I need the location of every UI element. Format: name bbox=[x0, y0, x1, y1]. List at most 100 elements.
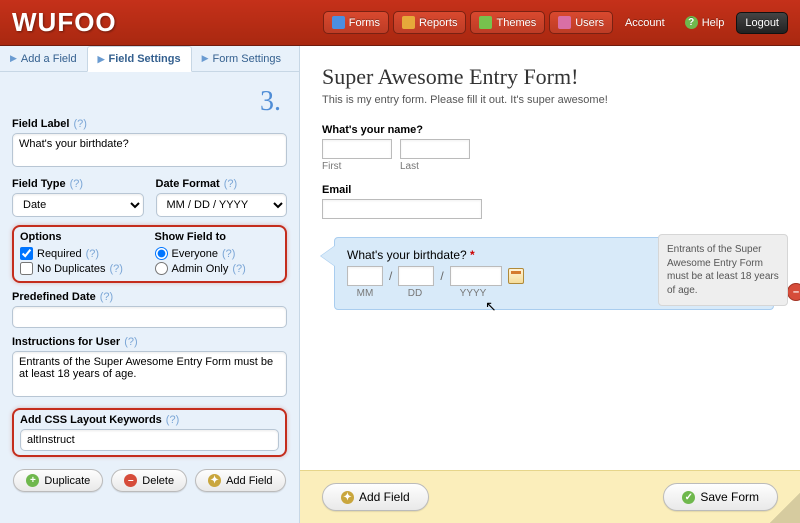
nav-reports[interactable]: Reports bbox=[393, 11, 467, 34]
help-icon[interactable]: (?) bbox=[124, 336, 137, 348]
year-input[interactable] bbox=[450, 266, 502, 286]
option-nodup[interactable]: No Duplicates (?) bbox=[20, 262, 145, 275]
addfield-button[interactable]: ✦Add Field bbox=[195, 469, 285, 492]
tab-add-field[interactable]: ▶ Add a Field bbox=[0, 46, 87, 71]
last-name-input[interactable] bbox=[400, 139, 470, 159]
help-icon[interactable]: (?) bbox=[222, 248, 235, 260]
field-type-group: Field Type (?) Date bbox=[12, 178, 144, 217]
settings-panel: Field Label (?) What's your birthdate? F… bbox=[0, 72, 299, 523]
triangle-icon: ▶ bbox=[98, 54, 105, 65]
required-star-icon: * bbox=[470, 248, 475, 262]
tab-form-label: Form Settings bbox=[213, 53, 281, 65]
help-icon[interactable]: (?) bbox=[166, 414, 179, 426]
month-input[interactable] bbox=[347, 266, 383, 286]
tab-form-settings[interactable]: ▶ Form Settings bbox=[192, 46, 291, 71]
add-icon: ✦ bbox=[341, 491, 354, 504]
required-checkbox[interactable] bbox=[20, 247, 33, 260]
instructions-display: Entrants of the Super Awesome Entry Form… bbox=[658, 234, 788, 306]
check-icon: ✓ bbox=[682, 491, 695, 504]
tab-add-label: Add a Field bbox=[21, 53, 77, 65]
nav-forms[interactable]: Forms bbox=[323, 11, 389, 34]
show-everyone[interactable]: Everyone (?) bbox=[155, 247, 280, 260]
tab-field-settings[interactable]: ▶ Field Settings bbox=[87, 46, 192, 72]
help-icon[interactable]: (?) bbox=[109, 263, 122, 275]
nav-users[interactable]: Users bbox=[549, 11, 613, 34]
email-field[interactable]: Email bbox=[322, 184, 778, 219]
nav-account[interactable]: Account bbox=[617, 13, 673, 33]
help-icon[interactable]: (?) bbox=[232, 263, 245, 275]
help-icon[interactable]: (?) bbox=[70, 178, 83, 190]
options-header: Options bbox=[20, 231, 145, 243]
nodup-checkbox[interactable] bbox=[20, 262, 33, 275]
options-col: Options Required (?) No Duplicates (?) bbox=[20, 231, 145, 277]
field-type-select[interactable]: Date bbox=[12, 193, 144, 217]
mm-sublabel: MM bbox=[347, 288, 383, 299]
help-icon[interactable]: (?) bbox=[73, 118, 86, 130]
field-type-header: Field Type (?) bbox=[12, 178, 144, 190]
showfield-header: Show Field to bbox=[155, 231, 280, 243]
users-icon bbox=[558, 16, 571, 29]
predefined-header: Predefined Date (?) bbox=[12, 291, 287, 303]
form-description: This is my entry form. Please fill it ou… bbox=[322, 94, 778, 106]
field-label-header: Field Label (?) bbox=[12, 118, 287, 130]
last-sublabel: Last bbox=[400, 161, 470, 172]
first-sublabel: First bbox=[322, 161, 392, 172]
field-label-group: Field Label (?) What's your birthdate? bbox=[12, 118, 287, 170]
bottom-toolbar: ✦Add Field ✓Save Form bbox=[300, 470, 800, 523]
day-input[interactable] bbox=[398, 266, 434, 286]
sidebar-tabs: ▶ Add a Field ▶ Field Settings ▶ Form Setti… bbox=[0, 46, 299, 72]
date-format-group: Date Format (?) MM / DD / YYYY bbox=[156, 178, 288, 217]
nav-logout-label: Logout bbox=[745, 17, 779, 29]
nav-help[interactable]: ? Help bbox=[677, 12, 733, 33]
option-required[interactable]: Required (?) bbox=[20, 247, 145, 260]
add-icon: ✦ bbox=[208, 474, 221, 487]
form-title: Super Awesome Entry Form! bbox=[322, 64, 778, 90]
duplicate-button[interactable]: +Duplicate bbox=[13, 469, 103, 492]
dd-sublabel: DD bbox=[397, 288, 433, 299]
form-header: Super Awesome Entry Form! This is my ent… bbox=[300, 46, 800, 114]
triangle-icon: ▶ bbox=[10, 53, 17, 64]
nav-reports-label: Reports bbox=[419, 17, 458, 29]
showfield-col: Show Field to Everyone (?) Admin Only (?… bbox=[155, 231, 280, 277]
email-input[interactable] bbox=[322, 199, 482, 219]
nav-users-label: Users bbox=[575, 17, 604, 29]
email-label: Email bbox=[322, 184, 778, 196]
triangle-icon: ▶ bbox=[202, 53, 209, 64]
help-icon: ? bbox=[685, 16, 698, 29]
date-format-select[interactable]: MM / DD / YYYY bbox=[156, 193, 288, 217]
plus-icon: + bbox=[26, 474, 39, 487]
everyone-radio[interactable] bbox=[155, 247, 168, 260]
nav-logout[interactable]: Logout bbox=[736, 12, 788, 34]
field-label-input[interactable]: What's your birthdate? bbox=[12, 133, 287, 167]
minus-icon: – bbox=[124, 474, 137, 487]
sidebar: ▶ Add a Field ▶ Field Settings ▶ Form Setti… bbox=[0, 46, 300, 523]
admin-radio[interactable] bbox=[155, 262, 168, 275]
sidebar-buttons: +Duplicate –Delete ✦Add Field bbox=[12, 469, 287, 492]
calendar-icon[interactable] bbox=[508, 268, 524, 284]
instructions-header: Instructions for User (?) bbox=[12, 336, 287, 348]
field-remove-button[interactable]: – bbox=[787, 283, 800, 301]
nav-forms-label: Forms bbox=[349, 17, 380, 29]
top-nav: WUFOO Forms Reports Themes Users Account… bbox=[0, 0, 800, 46]
nav-help-label: Help bbox=[702, 17, 725, 29]
name-label: What's your name? bbox=[322, 124, 778, 136]
forms-icon bbox=[332, 16, 345, 29]
help-icon[interactable]: (?) bbox=[86, 248, 99, 260]
birthdate-label: What's your birthdate? * bbox=[347, 248, 475, 262]
instructions-input[interactable]: Entrants of the Super Awesome Entry Form… bbox=[12, 351, 287, 397]
first-name-input[interactable] bbox=[322, 139, 392, 159]
css-keywords-input[interactable] bbox=[20, 429, 279, 451]
show-admin[interactable]: Admin Only (?) bbox=[155, 262, 280, 275]
predefined-input[interactable] bbox=[12, 306, 287, 328]
help-icon[interactable]: (?) bbox=[100, 291, 113, 303]
step-number: 3. bbox=[260, 86, 281, 118]
help-icon[interactable]: (?) bbox=[224, 178, 237, 190]
nav-themes[interactable]: Themes bbox=[470, 11, 545, 34]
save-form-button[interactable]: ✓Save Form bbox=[663, 483, 778, 511]
tab-settings-label: Field Settings bbox=[109, 53, 181, 65]
name-field[interactable]: What's your name? First Last bbox=[322, 124, 778, 172]
css-keywords-group: Add CSS Layout Keywords (?) bbox=[12, 408, 287, 457]
canvas-addfield-button[interactable]: ✦Add Field bbox=[322, 483, 429, 511]
cursor-icon: ↖ bbox=[485, 298, 497, 315]
delete-button[interactable]: –Delete bbox=[111, 469, 187, 492]
